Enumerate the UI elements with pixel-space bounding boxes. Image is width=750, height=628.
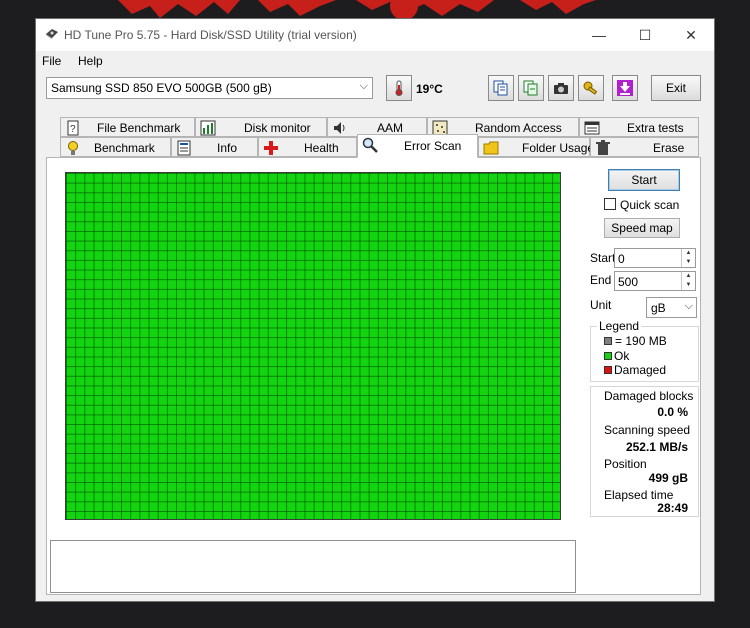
extra-tests-icon xyxy=(584,121,600,135)
chevron-down-icon: ⌵ xyxy=(684,300,693,312)
unit-select[interactable]: gB ⌵ xyxy=(646,297,697,318)
legend-block-size: = 190 MB xyxy=(615,334,667,348)
damaged-blocks-value: 0.0 % xyxy=(657,405,688,419)
menu-file[interactable]: File xyxy=(42,54,61,68)
elapsed-time-label: Elapsed time xyxy=(604,488,674,502)
screenshot-button[interactable] xyxy=(548,75,574,101)
info-icon xyxy=(177,140,191,156)
drive-select-value: Samsung SSD 850 EVO 500GB (500 gB) xyxy=(51,81,272,95)
tab-label: Random Access xyxy=(475,121,562,135)
tab-label: AAM xyxy=(377,121,404,135)
legend-damaged-swatch xyxy=(604,366,612,374)
tab-folder-usage[interactable]: Folder Usage xyxy=(478,137,594,157)
folder-icon xyxy=(483,141,499,155)
tab-label: Folder Usage xyxy=(522,141,595,155)
temperature-readout: 19°C xyxy=(416,82,443,96)
svg-text:?: ? xyxy=(70,124,76,135)
camera-icon xyxy=(554,83,568,94)
scanning-speed-value: 252.1 MB/s xyxy=(625,440,688,454)
tab-extra-tests[interactable]: Extra tests xyxy=(579,117,699,137)
damaged-blocks-label: Damaged blocks xyxy=(604,389,694,403)
health-cross-icon xyxy=(264,141,278,155)
tab-label: Info xyxy=(217,141,238,155)
tab-benchmark[interactable]: Benchmark xyxy=(60,137,171,157)
elapsed-time-value: 28:49 xyxy=(657,501,688,515)
save-down-icon xyxy=(617,80,633,96)
chevron-down-icon: ⌵ xyxy=(359,80,368,92)
unit-label: Unit xyxy=(590,298,612,312)
menu-help[interactable]: Help xyxy=(78,54,103,68)
block-map-grid xyxy=(65,172,561,520)
tab-error-scan[interactable]: Error Scan xyxy=(357,134,478,158)
copy-screen-button[interactable] xyxy=(518,75,544,101)
magnifier-icon xyxy=(362,137,378,153)
scanning-speed-label: Scanning speed xyxy=(604,423,691,437)
copy-info-icon xyxy=(493,80,508,96)
unit-select-value: gB xyxy=(651,301,666,315)
spin-arrows-icon[interactable]: ▲ ▼ xyxy=(681,249,695,267)
tab-health[interactable]: Health xyxy=(258,137,357,157)
exit-button[interactable]: Exit xyxy=(651,75,701,101)
drive-select[interactable]: Samsung SSD 850 EVO 500GB (500 gB) ⌵ xyxy=(46,77,373,99)
legend-ok-label: Ok xyxy=(614,349,630,363)
scan-log-area[interactable] xyxy=(50,540,576,593)
quick-scan-label: Quick scan xyxy=(620,198,680,212)
copy-info-button[interactable] xyxy=(488,75,514,101)
options-button[interactable] xyxy=(578,75,604,101)
tab-disk-monitor[interactable]: Disk monitor xyxy=(195,117,327,137)
quick-scan-checkbox[interactable] xyxy=(604,198,616,210)
maximize-button[interactable]: ☐ xyxy=(622,19,668,51)
file-benchmark-icon: ? xyxy=(67,120,79,136)
spin-arrows-icon[interactable]: ▲ ▼ xyxy=(681,272,695,290)
hard-disk-app-icon xyxy=(46,29,58,39)
title-bar: HD Tune Pro 5.75 - Hard Disk/SSD Utility… xyxy=(36,19,714,51)
speaker-icon xyxy=(334,122,345,134)
temperature-button[interactable] xyxy=(386,75,412,101)
menu-bar: File Help xyxy=(36,51,714,71)
trash-icon xyxy=(596,140,610,155)
start-scan-button[interactable]: Start xyxy=(608,169,680,191)
save-button[interactable] xyxy=(612,75,638,101)
legend-damaged-label: Damaged xyxy=(614,363,667,377)
speed-map-button[interactable]: Speed map xyxy=(604,218,680,238)
thermometer-icon xyxy=(395,80,403,96)
legend-ok-swatch xyxy=(604,352,612,360)
tab-file-benchmark[interactable]: ? File Benchmark xyxy=(60,117,195,137)
start-position-value: 0 xyxy=(618,252,625,266)
tab-label: Erase xyxy=(653,141,685,155)
tab-label: Health xyxy=(304,141,339,155)
tab-info[interactable]: Info xyxy=(171,137,258,157)
legend-title: Legend xyxy=(597,319,642,333)
bulb-icon xyxy=(68,141,78,155)
position-label: Position xyxy=(604,457,647,471)
tab-label: Benchmark xyxy=(94,141,155,155)
close-button[interactable]: ✕ xyxy=(668,19,714,51)
end-position-input[interactable]: 500 ▲ ▼ xyxy=(614,271,696,291)
start-position-input[interactable]: 0 ▲ ▼ xyxy=(614,248,696,268)
tab-label: Disk monitor xyxy=(244,121,311,135)
disk-monitor-icon xyxy=(200,120,216,136)
minimize-button[interactable]: — xyxy=(576,19,622,51)
start-field-label: Start xyxy=(590,251,616,265)
settings-key-icon xyxy=(583,81,598,95)
copy-screen-icon xyxy=(523,80,538,96)
position-value: 499 gB xyxy=(648,471,688,485)
tab-label: File Benchmark xyxy=(97,121,181,135)
tab-label: Extra tests xyxy=(627,121,684,135)
end-position-value: 500 xyxy=(618,275,639,289)
tab-label: Error Scan xyxy=(404,139,462,153)
end-field-label: End xyxy=(590,273,612,287)
window-title: HD Tune Pro 5.75 - Hard Disk/SSD Utility… xyxy=(64,28,357,42)
tab-erase[interactable]: Erase xyxy=(590,137,699,157)
legend-block-swatch xyxy=(604,337,612,345)
